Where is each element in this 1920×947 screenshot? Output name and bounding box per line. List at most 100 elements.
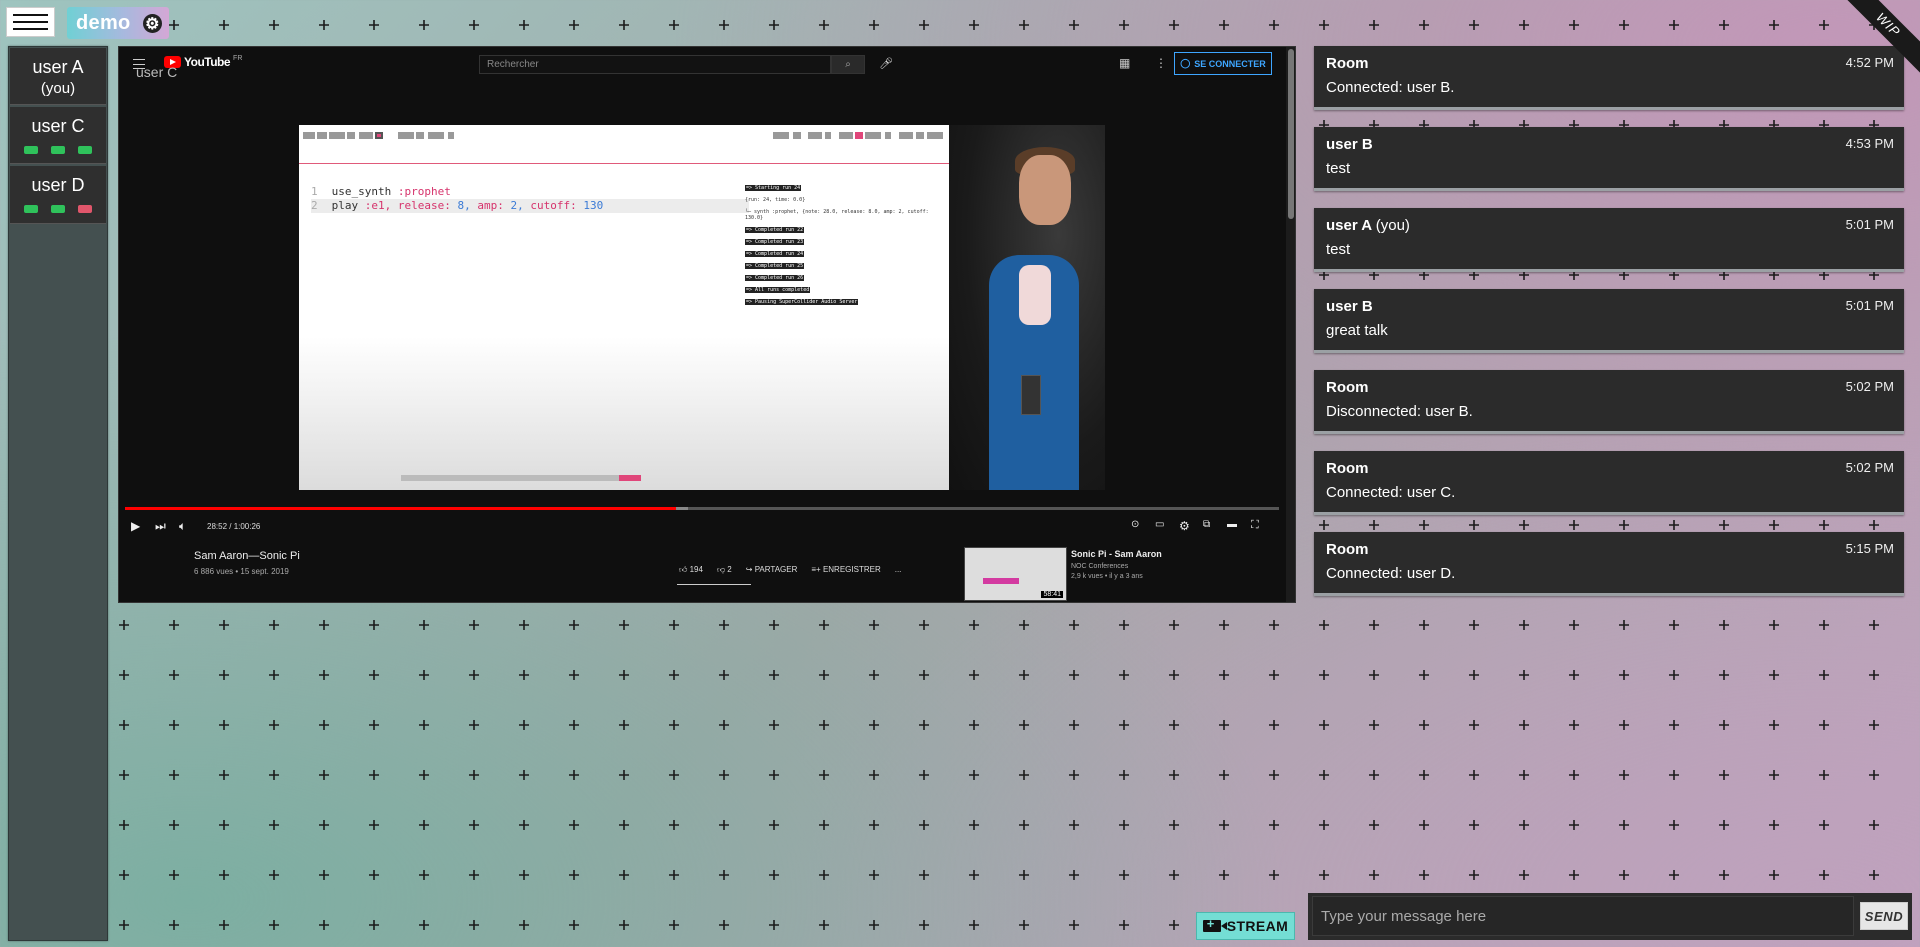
next-icon[interactable]: ⏭ <box>155 519 166 534</box>
more-vert-icon[interactable]: ⋮ <box>1155 56 1167 70</box>
toolbar-buttons <box>303 132 943 139</box>
message-time: 5:15 PM <box>1845 541 1894 556</box>
message-author: Room <box>1326 379 1369 396</box>
like-button[interactable]: 👍︎ 194 <box>679 565 703 575</box>
buffer-tabs <box>401 475 641 481</box>
status-dot <box>24 205 38 213</box>
dislike-button[interactable]: 👎︎ 2 <box>717 565 732 575</box>
menu-button[interactable] <box>6 7 55 37</box>
hamburger-icon-bar <box>13 28 48 30</box>
subtitles-icon[interactable]: ▭ <box>1155 519 1164 530</box>
connection-status <box>10 146 106 154</box>
search-icon[interactable]: ⌕ <box>831 55 865 74</box>
miniplayer-icon[interactable]: ⧉ <box>1203 519 1210 530</box>
code-buffer: 1 use_synth :prophet 2 play :e1, release… <box>311 185 749 213</box>
user-name: user D <box>31 175 85 195</box>
sonic-pi-editor: 1 use_synth :prophet 2 play :e1, release… <box>299 125 949 490</box>
play-icon[interactable]: ▶ <box>131 519 140 533</box>
message-time: 5:01 PM <box>1845 298 1894 313</box>
message-text: Disconnected: user B. <box>1326 403 1473 420</box>
recommended-meta: 2,9 k vues • il y a 3 ans <box>1071 573 1143 580</box>
message-author: user B <box>1326 298 1373 315</box>
send-button[interactable]: SEND <box>1860 902 1908 930</box>
status-dot <box>24 146 38 154</box>
video-title: Sam Aaron—Sonic Pi <box>194 550 300 562</box>
log-panel: => Starting run 24 {run: 24, time: 0.0} … <box>745 185 929 305</box>
editor-divider <box>299 163 949 164</box>
room-name-pill[interactable]: demo ⚙ <box>67 7 169 39</box>
stream-label: STREAM <box>1226 918 1289 934</box>
message-text: test <box>1326 160 1351 177</box>
like-count: 194 <box>689 565 703 574</box>
chat-message: user A (you) 5:01 PM test <box>1314 208 1904 272</box>
hamburger-icon-bar <box>13 14 48 16</box>
message-text: Connected: user B. <box>1326 79 1455 96</box>
shared-video-frame[interactable]: YouTube FR Rechercher ⌕ 🎤︎ ▦ ⋮ ◯ SE CONN… <box>118 46 1296 603</box>
fullscreen-icon[interactable]: ⛶ <box>1251 519 1259 532</box>
recommended-thumbnail[interactable]: 58:41 <box>964 547 1067 601</box>
message-text: Connected: user D. <box>1326 565 1456 582</box>
user-card-c[interactable]: user C <box>10 107 106 164</box>
video-controls: ▶ ⏭ 🔈︎ 28:52 / 1:00:26 ⊙ ▭ ⚙ ⧉ ▬ ⛶ <box>119 514 1295 540</box>
chat-message: Room 5:02 PM Connected: user C. <box>1314 451 1904 515</box>
save-button[interactable]: ≡+ ENREGISTRER <box>811 565 880 575</box>
message-author: user A (you) <box>1326 217 1410 234</box>
video-content[interactable]: 1 use_synth :prophet 2 play :e1, release… <box>299 125 1105 490</box>
message-text: great talk <box>1326 322 1388 339</box>
message-author: user B <box>1326 136 1373 153</box>
video-scrollbar[interactable] <box>1286 47 1295 602</box>
scrollbar-thumb[interactable] <box>1288 49 1294 219</box>
video-info: Sam Aaron—Sonic Pi 6 886 vues • 15 sept.… <box>119 541 1295 602</box>
dislike-count: 2 <box>727 565 732 574</box>
video-camera-plus-icon <box>1202 916 1227 932</box>
theater-mode-icon[interactable]: ▬ <box>1227 519 1237 530</box>
status-dot <box>78 205 92 213</box>
settings-gear-icon[interactable]: ⚙ <box>1179 519 1190 533</box>
message-author: Room <box>1326 541 1369 558</box>
user-card-a[interactable]: user A (you) <box>10 48 106 105</box>
recommended-duration: 58:41 <box>1041 591 1063 598</box>
message-input[interactable] <box>1312 896 1854 936</box>
chat-message: Room 4:52 PM Connected: user B. <box>1314 46 1904 110</box>
microphone-icon[interactable]: 🎤︎ <box>879 57 893 70</box>
message-time: 4:53 PM <box>1845 136 1894 151</box>
chat-message: user B 5:01 PM great talk <box>1314 289 1904 353</box>
youtube-search-input[interactable]: Rechercher <box>479 55 831 74</box>
video-progress-bar[interactable] <box>125 507 1279 510</box>
room-name: demo <box>76 11 131 34</box>
signin-label: SE CONNECTER <box>1194 58 1266 69</box>
speaker-camera-feed <box>949 125 1105 490</box>
user-name: user A <box>32 57 84 77</box>
message-text: test <box>1326 241 1351 258</box>
chat-message: Room 5:02 PM Disconnected: user B. <box>1314 370 1904 434</box>
volume-icon[interactable]: 🔈︎ <box>179 519 186 534</box>
youtube-header: YouTube FR Rechercher ⌕ 🎤︎ ▦ ⋮ ◯ SE CONN… <box>119 47 1295 82</box>
chat-message: Room 5:15 PM Connected: user D. <box>1314 532 1904 596</box>
status-dot <box>51 146 65 154</box>
apps-grid-icon[interactable]: ▦ <box>1119 56 1130 70</box>
gear-icon[interactable]: ⚙ <box>143 14 162 33</box>
recommended-title[interactable]: Sonic Pi - Sam Aaron <box>1071 549 1162 559</box>
share-button[interactable]: ↪ PARTAGER <box>746 565 798 575</box>
youtube-signin-button[interactable]: ◯ SE CONNECTER <box>1174 52 1272 75</box>
message-author: Room <box>1326 460 1369 477</box>
autoplay-toggle-icon[interactable]: ⊙ <box>1131 519 1139 530</box>
time-display: 28:52 / 1:00:26 <box>207 522 261 531</box>
video-meta: 6 886 vues • 15 sept. 2019 <box>194 567 289 576</box>
video-actions: 👍︎ 194 👎︎ 2 ↪ PARTAGER ≡+ ENREGISTRER ..… <box>679 565 901 575</box>
youtube-logo-text: YouTube <box>184 55 231 69</box>
message-time: 5:01 PM <box>1845 217 1894 232</box>
message-time: 4:52 PM <box>1845 55 1894 70</box>
message-text: Connected: user C. <box>1326 484 1456 501</box>
video-owner-label: user C <box>136 64 178 80</box>
status-dot <box>78 146 92 154</box>
stream-button[interactable]: STREAM <box>1196 912 1295 940</box>
recommended-channel: NOC Conferences <box>1071 563 1129 570</box>
user-card-d[interactable]: user D <box>10 166 106 224</box>
like-ratio-bar <box>677 584 751 585</box>
status-dot <box>51 205 65 213</box>
users-sidebar: user A (you) user C user D <box>8 46 108 941</box>
more-actions-button[interactable]: ... <box>895 565 902 575</box>
chat-message: user B 4:53 PM test <box>1314 127 1904 191</box>
code-line: 1 use_synth :prophet <box>311 185 451 198</box>
